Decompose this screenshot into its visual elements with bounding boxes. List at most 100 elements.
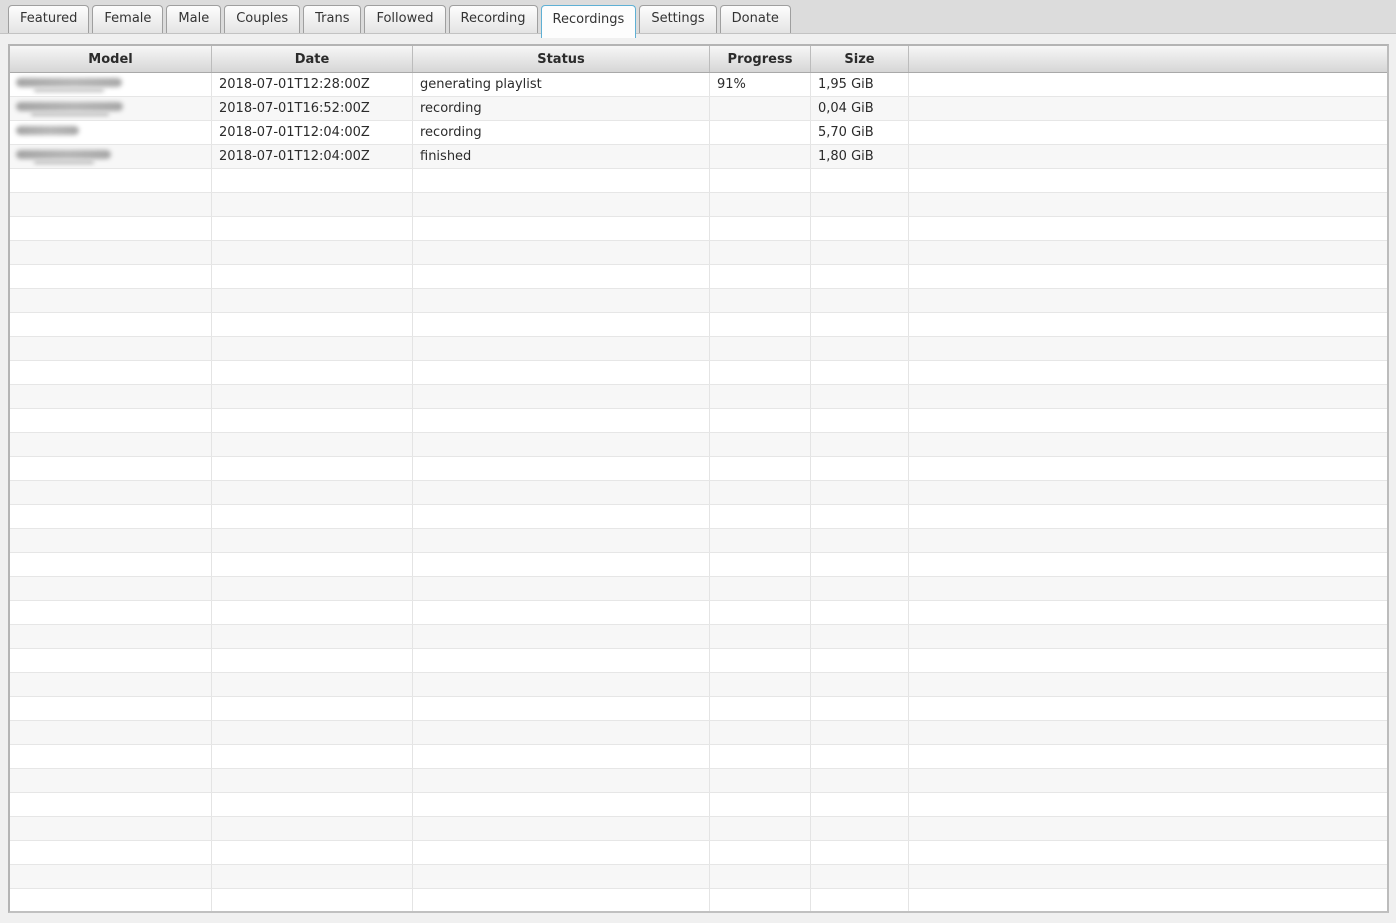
cell-extra — [909, 193, 1387, 216]
redaction-blur — [16, 102, 123, 111]
table-row[interactable]: 2018-07-01T12:04:00Zfinished1,80 GiB — [10, 145, 1387, 169]
table-row-empty[interactable] — [10, 265, 1387, 289]
cell-size — [811, 889, 909, 912]
cell-extra — [909, 553, 1387, 576]
redaction-blur — [34, 161, 94, 164]
tab-followed[interactable]: Followed — [364, 5, 445, 33]
table-row-empty[interactable] — [10, 337, 1387, 361]
cell-model — [10, 865, 212, 888]
table-row-empty[interactable] — [10, 289, 1387, 313]
cell-status — [413, 553, 710, 576]
table-row-empty[interactable] — [10, 385, 1387, 409]
cell-progress: 91% — [710, 73, 811, 96]
tab-recordings[interactable]: Recordings — [541, 5, 637, 38]
column-header-size[interactable]: Size — [811, 46, 909, 72]
cell-extra — [909, 721, 1387, 744]
table-row-empty[interactable] — [10, 409, 1387, 433]
table-row-empty[interactable] — [10, 601, 1387, 625]
cell-progress — [710, 505, 811, 528]
table-row-empty[interactable] — [10, 577, 1387, 601]
tab-male[interactable]: Male — [166, 5, 221, 33]
table-row-empty[interactable] — [10, 865, 1387, 889]
tab-female[interactable]: Female — [92, 5, 163, 33]
column-header-progress[interactable]: Progress — [710, 46, 811, 72]
cell-progress — [710, 673, 811, 696]
table-row[interactable]: 2018-07-01T16:52:00Zrecording0,04 GiB — [10, 97, 1387, 121]
table-row-empty[interactable] — [10, 169, 1387, 193]
cell-extra — [909, 841, 1387, 864]
table-row-empty[interactable] — [10, 793, 1387, 817]
tab-recording[interactable]: Recording — [449, 5, 538, 33]
cell-model — [10, 529, 212, 552]
table-row-empty[interactable] — [10, 529, 1387, 553]
table-row[interactable]: 2018-07-01T12:28:00Zgenerating playlist9… — [10, 73, 1387, 97]
table-row-empty[interactable] — [10, 313, 1387, 337]
cell-model — [10, 457, 212, 480]
column-header-extra[interactable] — [909, 46, 1387, 72]
cell-status — [413, 337, 710, 360]
cell-date — [212, 337, 413, 360]
table-row-empty[interactable] — [10, 241, 1387, 265]
column-header-status[interactable]: Status — [413, 46, 710, 72]
cell-extra — [909, 121, 1387, 144]
cell-date: 2018-07-01T16:52:00Z — [212, 97, 413, 120]
cell-date — [212, 625, 413, 648]
cell-extra — [909, 601, 1387, 624]
cell-progress — [710, 865, 811, 888]
table-row[interactable]: 2018-07-01T12:04:00Zrecording5,70 GiB — [10, 121, 1387, 145]
tab-featured[interactable]: Featured — [8, 5, 89, 33]
cell-model — [10, 817, 212, 840]
cell-date — [212, 361, 413, 384]
table-row-empty[interactable] — [10, 481, 1387, 505]
cell-model — [10, 577, 212, 600]
cell-extra — [909, 817, 1387, 840]
table-row-empty[interactable] — [10, 697, 1387, 721]
cell-status — [413, 841, 710, 864]
table-row-empty[interactable] — [10, 721, 1387, 745]
table-row-empty[interactable] — [10, 505, 1387, 529]
cell-model — [10, 721, 212, 744]
table-row-empty[interactable] — [10, 889, 1387, 913]
table-row-empty[interactable] — [10, 841, 1387, 865]
cell-extra — [909, 505, 1387, 528]
column-header-model[interactable]: Model — [10, 46, 212, 72]
table-row-empty[interactable] — [10, 649, 1387, 673]
cell-size — [811, 505, 909, 528]
cell-date — [212, 817, 413, 840]
tab-donate[interactable]: Donate — [720, 5, 791, 33]
table-row-empty[interactable] — [10, 457, 1387, 481]
cell-size — [811, 745, 909, 768]
tab-bar: FeaturedFemaleMaleCouplesTransFollowedRe… — [0, 0, 1396, 38]
cell-progress — [710, 481, 811, 504]
tab-trans[interactable]: Trans — [303, 5, 361, 33]
cell-date — [212, 169, 413, 192]
cell-status — [413, 289, 710, 312]
cell-date: 2018-07-01T12:04:00Z — [212, 121, 413, 144]
table-row-empty[interactable] — [10, 673, 1387, 697]
column-header-date[interactable]: Date — [212, 46, 413, 72]
cell-model — [10, 889, 212, 912]
table-row-empty[interactable] — [10, 625, 1387, 649]
table-row-empty[interactable] — [10, 361, 1387, 385]
cell-date — [212, 457, 413, 480]
cell-extra — [909, 337, 1387, 360]
table-row-empty[interactable] — [10, 553, 1387, 577]
table-row-empty[interactable] — [10, 193, 1387, 217]
table-row-empty[interactable] — [10, 769, 1387, 793]
table-row-empty[interactable] — [10, 745, 1387, 769]
cell-size — [811, 529, 909, 552]
table-row-empty[interactable] — [10, 817, 1387, 841]
table-row-empty[interactable] — [10, 217, 1387, 241]
cell-size — [811, 481, 909, 504]
tab-settings[interactable]: Settings — [639, 5, 716, 33]
cell-extra — [909, 457, 1387, 480]
cell-date — [212, 577, 413, 600]
tab-couples[interactable]: Couples — [224, 5, 300, 33]
cell-model — [10, 169, 212, 192]
cell-extra — [909, 73, 1387, 96]
cell-model — [10, 433, 212, 456]
cell-progress — [710, 241, 811, 264]
table-row-empty[interactable] — [10, 433, 1387, 457]
cell-model — [10, 697, 212, 720]
cell-size — [811, 433, 909, 456]
